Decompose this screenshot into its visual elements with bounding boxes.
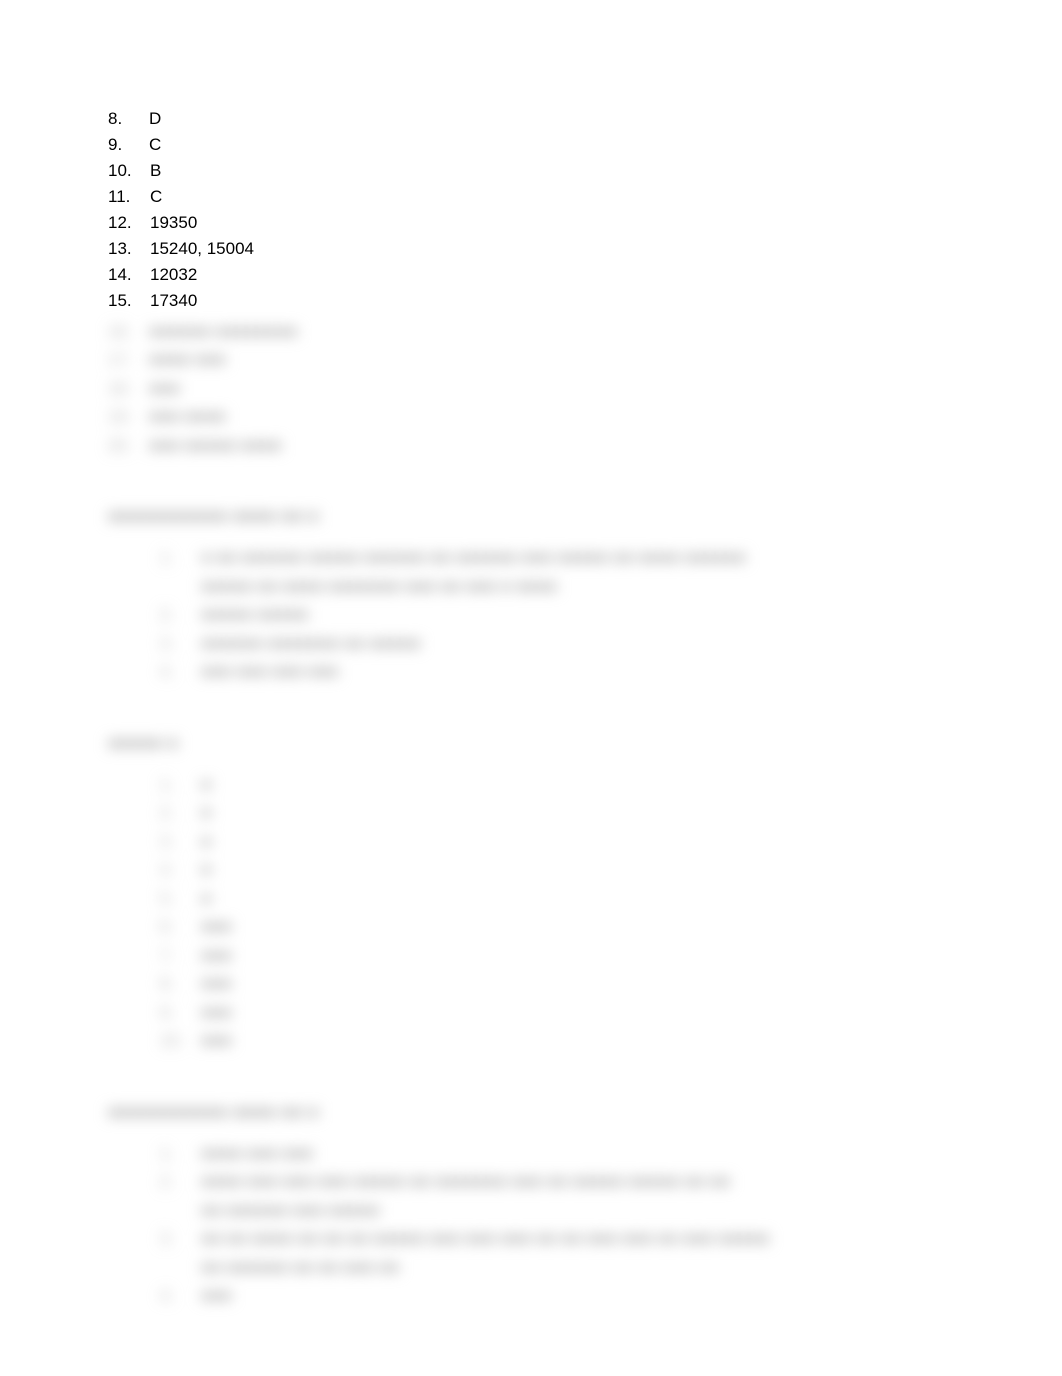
blurred-section-4: 1.■■■■ ■■■ ■■■2.■■■■ ■■■ ■■■ ■■■ ■■■■■ ■… (108, 1141, 954, 1309)
item-answer: 15240, 15004 (142, 238, 254, 261)
answer-item: 9.C (108, 134, 954, 157)
item-answer: B (142, 160, 161, 183)
answer-item: 15.17340 (108, 290, 954, 313)
answer-item: 10.B (108, 160, 954, 183)
answer-item: 12.19350 (108, 212, 954, 235)
item-number: 14. (108, 264, 142, 287)
item-number: 9. (108, 134, 141, 157)
blurred-heading-1: ■■■■■■■■■■■ ■■■■ ■■ ■ (108, 506, 954, 527)
blurred-section-1: 16.■■■■■■ ■■■■■■■■17.■■■■ ■■■18.■■■19.■■… (108, 319, 954, 459)
answer-item: 11.C (108, 186, 954, 209)
blurred-section-3: 1.■2.■3.■4.■5.■6.■■■7.■■■8.■■■9.■■■10.■■… (108, 772, 954, 1054)
item-number: 15. (108, 290, 142, 313)
answer-item: 8.D (108, 108, 954, 131)
answer-item: 14.12032 (108, 264, 954, 287)
item-number: 10. (108, 160, 142, 183)
item-answer: C (141, 134, 161, 157)
blurred-section-2: 1.■ ■■ ■■■■■■ ■■■■■ ■■■■■■ ■■ ■■■■■■ ■■■… (108, 545, 954, 685)
blurred-heading-3: ■■■■■■■■■■■ ■■■■ ■■ ■ (108, 1102, 954, 1123)
item-number: 11. (108, 186, 142, 209)
item-answer: 19350 (142, 212, 197, 235)
item-answer: 17340 (142, 290, 197, 313)
item-answer: C (142, 186, 162, 209)
item-number: 12. (108, 212, 142, 235)
item-answer: 12032 (142, 264, 197, 287)
item-answer: D (141, 108, 161, 131)
blurred-heading-2: ■■■■■ ■ (108, 733, 954, 754)
answer-list: 8.D9.C10.B11.C12.1935013.15240, 1500414.… (108, 108, 954, 313)
item-number: 8. (108, 108, 141, 131)
item-number: 13. (108, 238, 142, 261)
answer-item: 13.15240, 15004 (108, 238, 954, 261)
